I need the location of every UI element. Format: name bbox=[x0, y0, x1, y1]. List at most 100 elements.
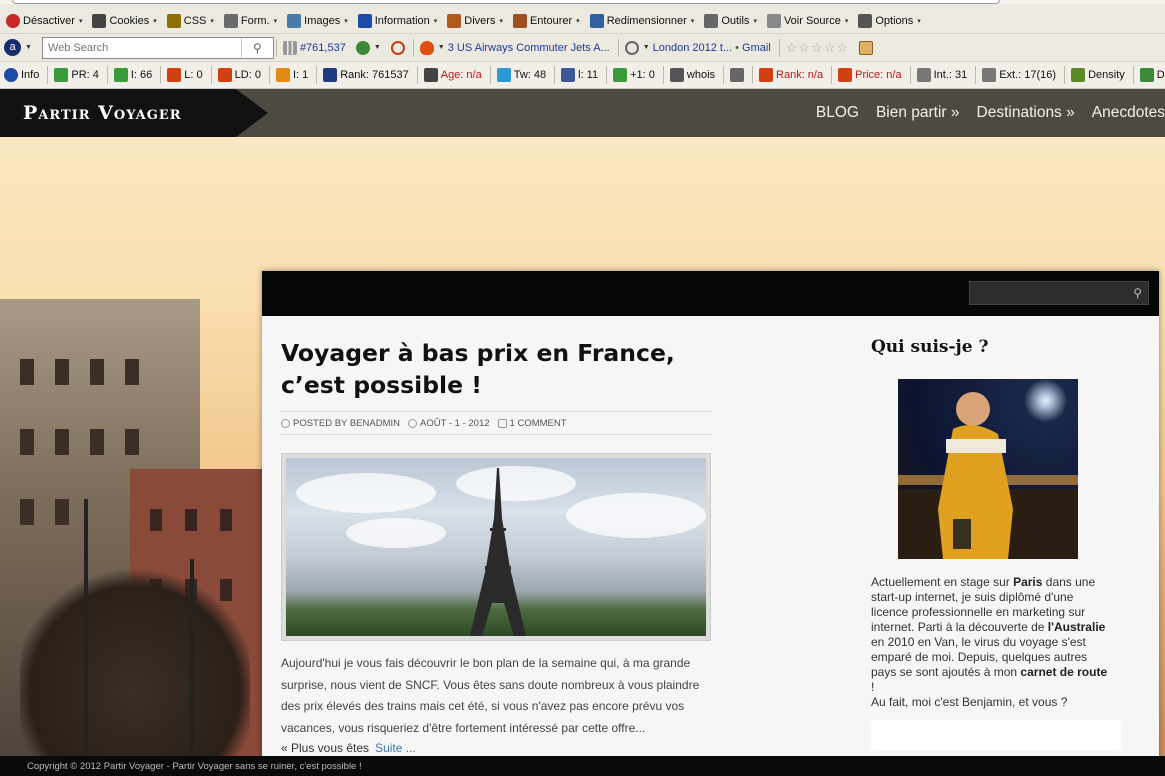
toolbar-menu-outils[interactable]: Outils ▾ bbox=[700, 11, 763, 31]
post-excerpt: Aujourd'hui je vous fais découvrir le bo… bbox=[281, 656, 700, 735]
seo-metric-info[interactable]: Info bbox=[0, 65, 45, 85]
toolbar-menu-entourer[interactable]: Entourer ▾ bbox=[509, 11, 586, 31]
document-icon bbox=[766, 13, 781, 28]
toolbar-separator bbox=[662, 66, 664, 84]
search-magnifier-icon bbox=[624, 40, 639, 55]
alexa-menu-button[interactable]: a ▼ bbox=[0, 38, 38, 58]
seo-metric-tw-48[interactable]: Tw: 48 bbox=[493, 65, 552, 85]
nav-bien-partir[interactable]: Bien partir » bbox=[876, 104, 960, 122]
toolbar-separator bbox=[210, 66, 212, 84]
toolbar-menu-label: Form. bbox=[240, 14, 270, 27]
toolbar-separator bbox=[106, 66, 108, 84]
search-icon[interactable]: ⚲ bbox=[240, 37, 273, 58]
nav-blog[interactable]: BLOG bbox=[816, 104, 859, 122]
web-search-input[interactable] bbox=[42, 37, 241, 58]
blog-post: Voyager à bas prix en France, c’est poss… bbox=[281, 337, 711, 755]
toolbar-menu-information[interactable]: Information ▾ bbox=[354, 11, 444, 31]
toolbar-menu-label: Désactiver bbox=[23, 14, 75, 27]
toolbar-menu-cookies[interactable]: Cookies ▾ bbox=[88, 11, 162, 31]
seo-metric-label: Price: n/a bbox=[855, 69, 902, 81]
content-top-bar: ⚲ bbox=[262, 271, 1159, 316]
seo-metric-l-0[interactable]: L: 0 bbox=[163, 65, 208, 85]
toolbar-menu-label: CSS bbox=[183, 14, 207, 27]
toolbar-menu-form[interactable]: Form. ▾ bbox=[220, 11, 283, 31]
gmail-link[interactable]: Gmail bbox=[742, 42, 771, 54]
seo-metric-l-11[interactable]: l: 11 bbox=[557, 65, 604, 85]
seo-metric-ld-0[interactable]: LD: 0 bbox=[214, 65, 267, 85]
toolbar-menu-redimensionner[interactable]: Redimensionner ▾ bbox=[586, 11, 701, 31]
seo-metric-label: whois bbox=[686, 69, 716, 81]
links-button[interactable]: ▼ bbox=[352, 38, 387, 58]
seo-metric-int-31[interactable]: Int.: 31 bbox=[913, 65, 974, 85]
rating-stars[interactable]: ☆☆☆☆☆ bbox=[782, 38, 855, 58]
hot-news-button[interactable]: ▼ 3 US Airways Commuter Jets A... bbox=[416, 38, 616, 58]
seo-metric-rank-761537[interactable]: Rank: 761537 bbox=[319, 65, 415, 85]
hand-icon bbox=[916, 68, 931, 82]
chevron-down-icon: ▾ bbox=[753, 17, 757, 25]
seo-metric-label: Int.: 31 bbox=[933, 69, 968, 81]
seo-metric-source[interactable] bbox=[726, 65, 750, 85]
site-footer: Copyright © 2012 Partir Voyager - Partir… bbox=[0, 756, 1165, 776]
post-comments[interactable]: 1 COMMENT bbox=[510, 418, 567, 429]
news-feed-button[interactable]: ▼ London 2012 t... • Gmail bbox=[621, 38, 777, 58]
chevron-down-icon: ▾ bbox=[433, 17, 438, 25]
toolbar-menu-d-sactiver[interactable]: Désactiver ▾ bbox=[2, 11, 88, 31]
seo-metric-density[interactable]: Density bbox=[1067, 65, 1131, 85]
seo-metric-label: Tw: 48 bbox=[513, 69, 547, 81]
eiffel-tower-icon bbox=[470, 468, 526, 636]
seo-metric-price-n-a[interactable]: Price: n/a bbox=[834, 65, 907, 85]
search-icon[interactable]: ⚲ bbox=[1133, 286, 1142, 300]
address-bar[interactable] bbox=[12, 0, 1000, 4]
site-search-input[interactable]: ⚲ bbox=[969, 281, 1149, 305]
post-image[interactable] bbox=[281, 453, 711, 641]
seo-metric-label: Ext.: 17(16) bbox=[999, 69, 1057, 81]
chevron-down-icon: ▾ bbox=[153, 17, 157, 25]
source-icon bbox=[730, 68, 745, 82]
toolbar-menu-label: Entourer bbox=[529, 14, 573, 27]
seo-metric-label: L: 0 bbox=[184, 69, 203, 81]
toolbar-menu-label: Redimensionner bbox=[606, 14, 687, 27]
seo-metric-pr-4[interactable]: PR: 4 bbox=[50, 65, 105, 85]
nav-destinations[interactable]: Destinations » bbox=[977, 104, 1075, 122]
bar-chart-icon bbox=[1071, 68, 1086, 82]
seo-metric-label: Density bbox=[1088, 69, 1125, 81]
timer-button[interactable] bbox=[387, 38, 411, 58]
seo-metric-label: Rank: 761537 bbox=[340, 69, 409, 81]
seo-metric-1-0[interactable]: +1: 0 bbox=[609, 65, 661, 85]
seo-metric-label: I: 66 bbox=[130, 69, 153, 81]
about-text: Actuellement en stage sur Paris dans une… bbox=[871, 575, 1108, 709]
news-feed-link[interactable]: London 2012 t... bbox=[653, 42, 733, 54]
toolbar-menu-options[interactable]: Options ▾ bbox=[854, 11, 926, 31]
site-logo[interactable]: Partir Voyager bbox=[0, 89, 268, 137]
google-icon bbox=[113, 68, 128, 82]
toolbar-menu-images[interactable]: Images ▾ bbox=[283, 11, 354, 31]
read-more-link[interactable]: Suite ... bbox=[375, 741, 416, 755]
toolbar-menu-divers[interactable]: Divers ▾ bbox=[443, 11, 509, 31]
seo-metric-whois[interactable]: whois bbox=[666, 65, 721, 85]
toolbox-icon bbox=[447, 13, 462, 28]
seo-metric-rank-n-a[interactable]: Rank: n/a bbox=[755, 65, 829, 85]
seo-metric-i-66[interactable]: I: 66 bbox=[110, 65, 158, 85]
image-icon bbox=[287, 13, 302, 28]
post-title[interactable]: Voyager à bas prix en France, c’est poss… bbox=[281, 337, 711, 401]
site-logo-text: Partir Voyager bbox=[23, 102, 182, 124]
seo-metric-i-1[interactable]: I: 1 bbox=[272, 65, 314, 85]
seo-metric-ext-17-16[interactable]: Ext.: 17(16) bbox=[978, 65, 1062, 85]
toolbar-menu-css[interactable]: CSS ▾ bbox=[163, 11, 220, 31]
street-lamp bbox=[190, 559, 194, 769]
toolbar-menu-voir-source[interactable]: Voir Source ▾ bbox=[763, 11, 854, 31]
toolbar-separator bbox=[489, 66, 491, 84]
post-author[interactable]: POSTED BY BENADMIN bbox=[293, 418, 400, 429]
toolbar-separator bbox=[316, 66, 318, 84]
notepad-button[interactable] bbox=[855, 38, 879, 58]
nav-anecdotes[interactable]: Anecdotes bbox=[1092, 104, 1165, 122]
seo-metric-label: Rank: n/a bbox=[776, 69, 824, 81]
seo-metric-age-n-a[interactable]: Age: n/a bbox=[420, 65, 488, 85]
web-search-field[interactable]: ⚲ bbox=[41, 36, 274, 59]
chevron-down-icon: ▾ bbox=[917, 17, 921, 25]
seo-metric-diag[interactable]: Diag bbox=[1136, 65, 1165, 85]
author-photo bbox=[898, 379, 1078, 559]
hot-news-link[interactable]: 3 US Airways Commuter Jets A... bbox=[448, 42, 610, 54]
chevron-down-icon: ▾ bbox=[690, 17, 695, 25]
alexa-rank-button[interactable]: #761,537 bbox=[279, 38, 352, 58]
